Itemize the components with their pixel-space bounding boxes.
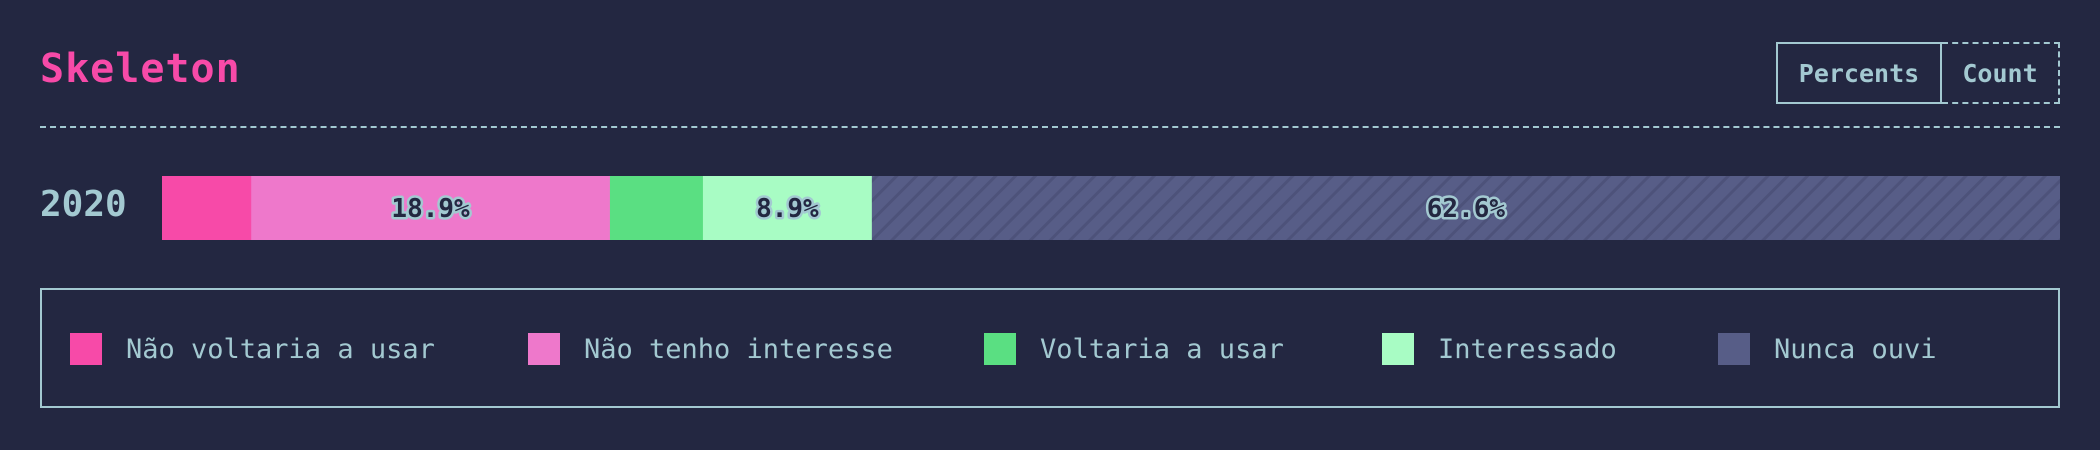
legend-swatch — [984, 333, 1016, 365]
legend-swatch — [528, 333, 560, 365]
chart-title: Skeleton — [40, 46, 241, 92]
legend-item[interactable]: Interessado — [1382, 332, 1617, 366]
bar-segment[interactable] — [609, 176, 704, 240]
view-toggle: Percents Count — [1776, 42, 2060, 104]
bar-segment[interactable] — [162, 176, 252, 240]
legend-item[interactable]: Nunca ouvi — [1718, 332, 1937, 366]
row-label-year: 2020 — [40, 184, 127, 225]
legend-label: Voltaria a usar — [1040, 333, 1284, 365]
percents-button[interactable]: Percents — [1776, 42, 1942, 104]
legend-label: Não tenho interesse — [584, 333, 893, 365]
count-button[interactable]: Count — [1942, 42, 2060, 104]
legend-swatch — [70, 333, 102, 365]
stacked-bar: 18.9% 8.9% 62.6% — [162, 176, 2060, 240]
title-divider — [40, 126, 2060, 128]
legend-label: Interessado — [1438, 333, 1617, 365]
legend-swatch — [1382, 333, 1414, 365]
legend-swatch — [1718, 333, 1750, 365]
bar-segment-label: 62.6% — [1427, 194, 1506, 224]
legend-item[interactable]: Voltaria a usar — [984, 332, 1284, 366]
bar-segment-label: 18.9% — [391, 194, 470, 224]
legend-label: Nunca ouvi — [1774, 333, 1937, 365]
legend: Não voltaria a usar Não tenho interesse … — [40, 288, 2060, 408]
bar-segment-label: 8.9% — [756, 194, 819, 224]
legend-item[interactable]: Não voltaria a usar — [70, 332, 435, 366]
legend-label: Não voltaria a usar — [126, 333, 435, 365]
legend-item[interactable]: Não tenho interesse — [528, 332, 893, 366]
